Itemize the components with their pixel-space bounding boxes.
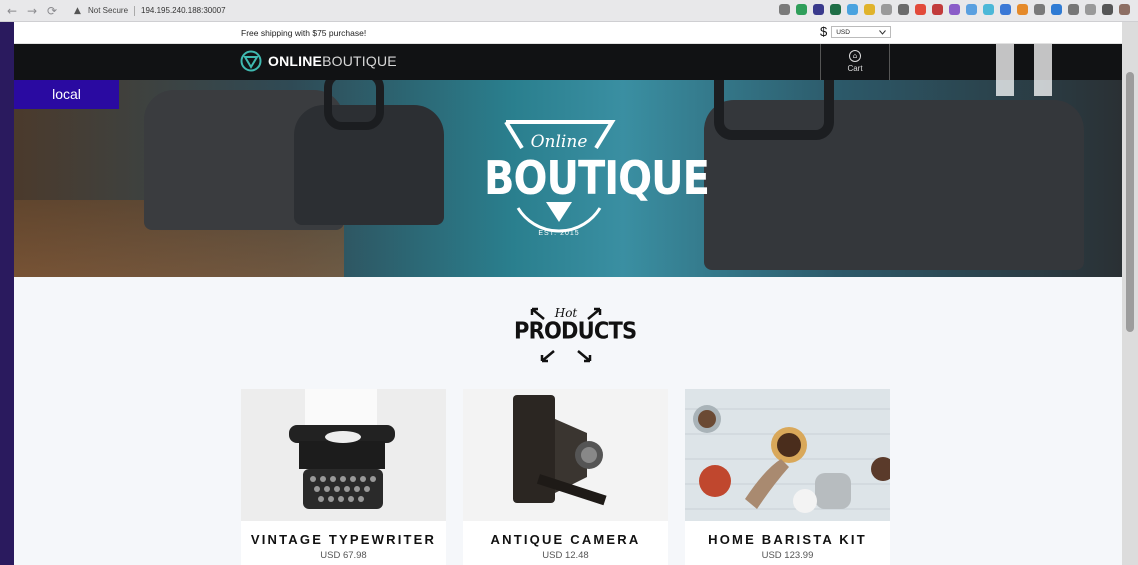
forward-icon[interactable]: →: [24, 3, 40, 19]
main-navbar: ONLINEBOUTIQUE ⌂ Cart: [14, 44, 1122, 80]
web-page: Free shipping with $75 purchase! $ USD O…: [14, 22, 1122, 565]
hot-products-heading: Hot PRODUCTS: [514, 305, 637, 365]
warning-icon[interactable]: ▲: [74, 6, 84, 16]
product-name[interactable]: HOME BARISTA KIT: [685, 532, 890, 547]
desktop-edge: [0, 22, 14, 565]
currency-selector[interactable]: $ USD: [820, 24, 892, 39]
extension-icon[interactable]: [949, 4, 960, 15]
logo-light-text: BOUTIQUE: [322, 53, 397, 69]
products-label: PRODUCTS: [514, 317, 637, 345]
extension-icon[interactable]: [1085, 4, 1096, 15]
barista-kit-icon: [685, 389, 890, 521]
extension-icon[interactable]: [898, 4, 909, 15]
extension-icon[interactable]: [983, 4, 994, 15]
cart-icon: ⌂: [849, 50, 861, 62]
camera-icon: [463, 389, 668, 521]
extension-icon[interactable]: [847, 4, 858, 15]
extension-icon[interactable]: [881, 4, 892, 15]
logo-wordmark: ONLINEBOUTIQUE: [268, 53, 397, 69]
pause-icon-bar-left: [996, 44, 1014, 96]
browser-toolbar: ← → ⟳ ▲ Not Secure 194.195.240.188:30007: [0, 0, 1138, 22]
extension-icon[interactable]: [915, 4, 926, 15]
chevron-down-icon: [879, 29, 887, 35]
hero-banner: local Online BOUTIQUE EST. 2015: [14, 80, 1122, 277]
boutique-logo-icon: [240, 50, 262, 72]
scrollbar-thumb[interactable]: [1126, 72, 1134, 332]
extension-icon[interactable]: [966, 4, 977, 15]
cart-label: Cart: [847, 64, 863, 73]
product-name[interactable]: ANTIQUE CAMERA: [463, 532, 668, 547]
extension-icon[interactable]: [779, 4, 790, 15]
hero-logo-online: Online: [530, 132, 588, 152]
extension-icon[interactable]: [1000, 4, 1011, 15]
extensions-tray: [779, 4, 1130, 15]
hero-logo: Online BOUTIQUE EST. 2015: [484, 120, 710, 242]
cart-button[interactable]: ⌂ Cart: [820, 44, 890, 80]
environment-badge: local: [14, 80, 119, 109]
product-price: USD 12.48: [542, 550, 589, 561]
reload-icon[interactable]: ⟳: [44, 3, 60, 19]
product-price: USD 67.98: [320, 550, 367, 561]
product-card[interactable]: HOME BARISTA KIT USD 123.99: [685, 389, 890, 565]
extension-icon[interactable]: [1051, 4, 1062, 15]
address-bar[interactable]: 194.195.240.188:30007: [141, 6, 226, 15]
headset-strap: [324, 80, 384, 130]
product-price: USD 123.99: [761, 550, 814, 561]
hero-logo-est: EST. 2015: [538, 230, 580, 237]
extension-icon[interactable]: [813, 4, 824, 15]
site-logo[interactable]: ONLINEBOUTIQUE: [240, 50, 397, 72]
typewriter-image[interactable]: [241, 389, 446, 521]
camera-image[interactable]: [463, 389, 668, 521]
shipping-notice: Free shipping with $75 purchase!: [241, 28, 367, 38]
extension-icon[interactable]: [932, 4, 943, 15]
back-icon[interactable]: ←: [4, 3, 20, 19]
url-separator: [134, 5, 136, 16]
pause-icon-bar-right: [1034, 44, 1052, 96]
extension-icon[interactable]: [864, 4, 875, 15]
product-name[interactable]: VINTAGE TYPEWRITER: [241, 532, 446, 547]
headset-strap-right: [714, 80, 834, 140]
product-card[interactable]: VINTAGE TYPEWRITER USD 67.98: [241, 389, 446, 565]
extension-icon[interactable]: [1034, 4, 1045, 15]
extension-icon[interactable]: [1119, 4, 1130, 15]
dollar-icon: $: [820, 24, 828, 39]
hero-logo-boutique: BOUTIQUE: [484, 152, 710, 206]
logo-bold-text: ONLINE: [268, 53, 323, 69]
extension-icon[interactable]: [830, 4, 841, 15]
barista-kit-image[interactable]: [685, 389, 890, 521]
extension-icon[interactable]: [796, 4, 807, 15]
currency-value: USD: [836, 28, 850, 36]
security-status[interactable]: Not Secure: [88, 6, 128, 15]
extension-icon[interactable]: [1068, 4, 1079, 15]
extension-icon[interactable]: [1017, 4, 1028, 15]
product-card[interactable]: ANTIQUE CAMERA USD 12.48: [463, 389, 668, 565]
typewriter-icon: [241, 389, 446, 521]
scrollbar[interactable]: [1122, 22, 1138, 565]
currency-dropdown[interactable]: USD: [831, 26, 892, 38]
extension-icon[interactable]: [1102, 4, 1113, 15]
top-info-bar: Free shipping with $75 purchase! $ USD: [14, 22, 1122, 44]
